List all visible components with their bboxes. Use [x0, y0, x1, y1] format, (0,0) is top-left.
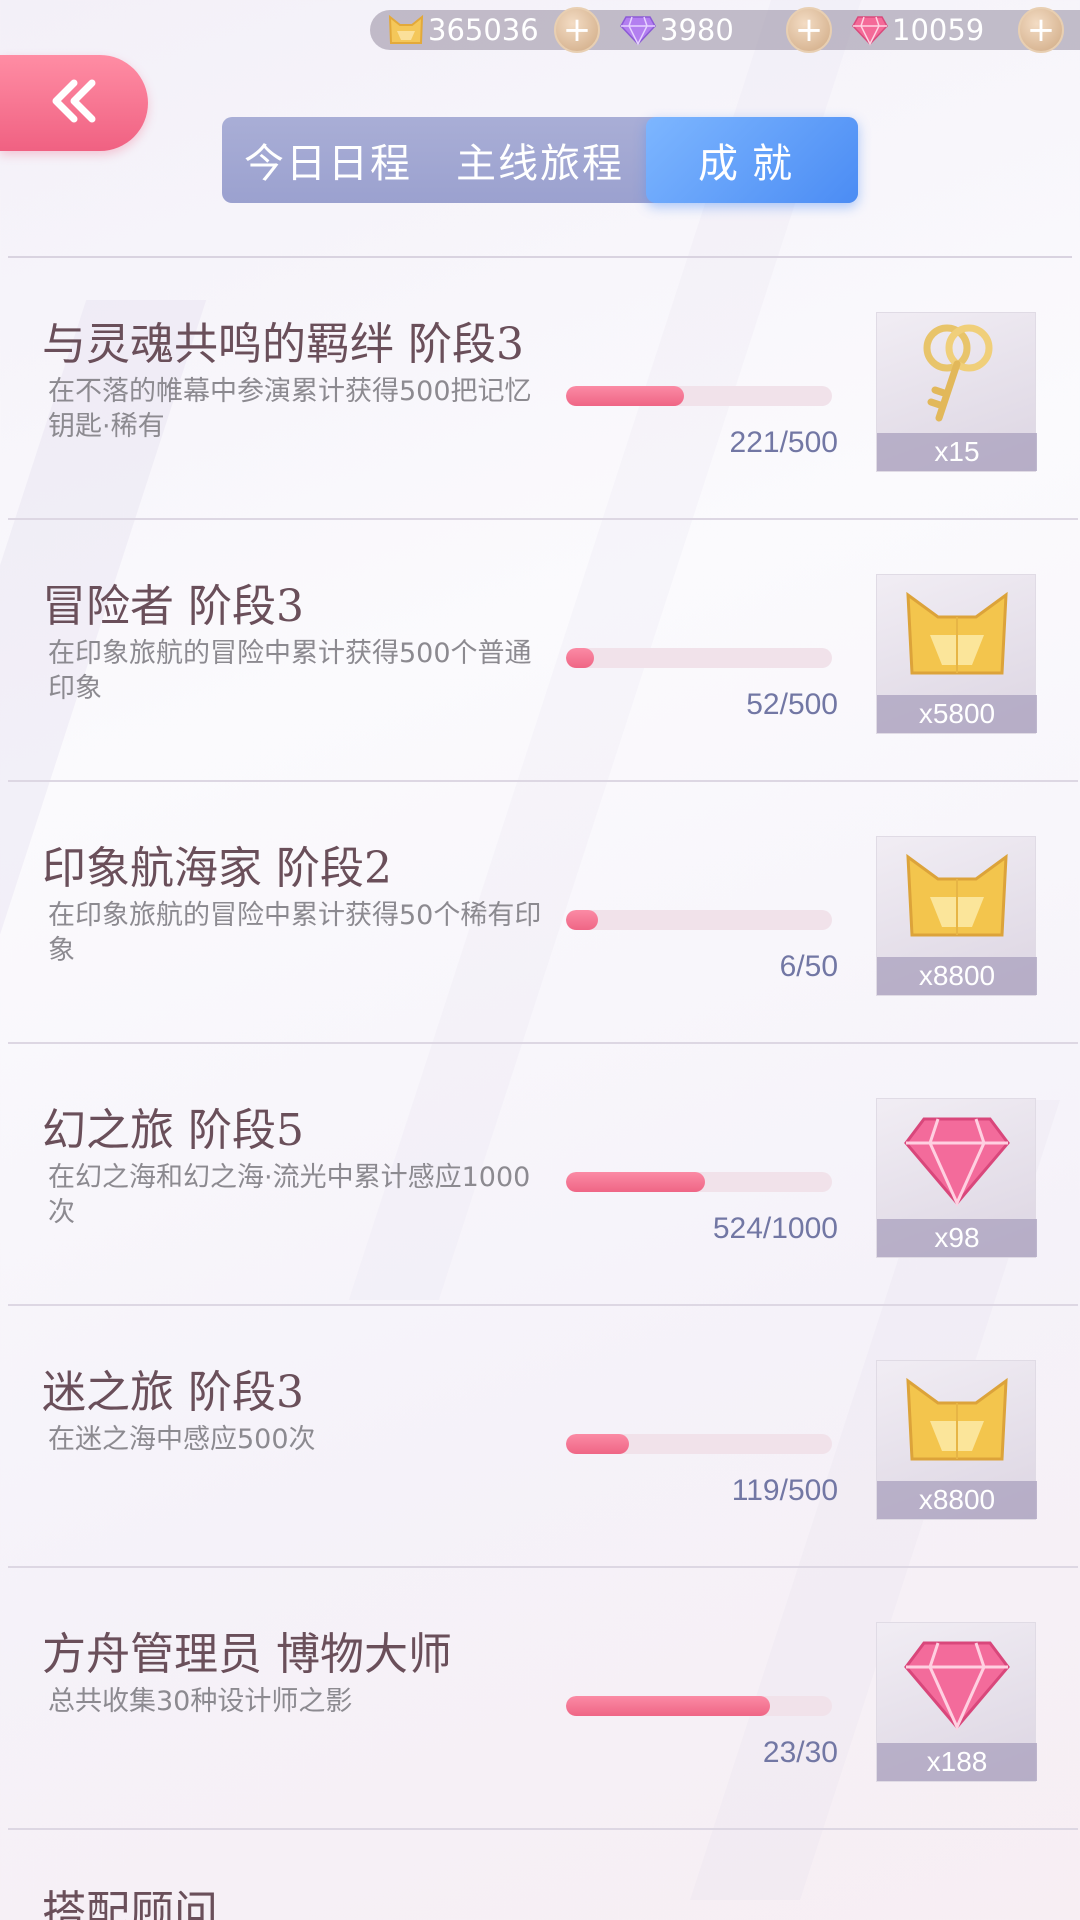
coins-value: 365036	[428, 13, 539, 47]
achievement-description: 总共收集30种设计师之影	[48, 1686, 353, 1717]
achievement-row: 方舟管理员 博物大师 总共收集30种设计师之影 23/30 x188	[8, 1568, 1078, 1830]
progress-fill	[566, 386, 684, 406]
cat-coin-icon	[877, 575, 1037, 695]
tab-achievements[interactable]: 成就	[646, 117, 858, 203]
cat-coin-icon	[386, 10, 426, 50]
progress-bar	[566, 386, 832, 406]
achievement-description: 在印象旅航的冒险中累计获得500个普通印象	[48, 638, 532, 704]
tab-label: 今日日程	[244, 141, 412, 187]
back-button[interactable]	[0, 55, 148, 151]
plus-icon: +	[794, 10, 824, 50]
cat-coin-icon	[877, 837, 1037, 957]
achievement-title: 与灵魂共鸣的羁绊 阶段3	[42, 319, 524, 370]
reward-item[interactable]: x98	[876, 1098, 1037, 1258]
achievement-row: 幻之旅 阶段5 在幻之海和幻之海·流光中累计感应1000次 524/1000 x…	[8, 1044, 1078, 1306]
progress-bar	[566, 1696, 832, 1716]
achievement-description: 在不落的帷幕中参演累计获得500把记忆钥匙·稀有	[48, 376, 532, 442]
achievement-title: 幻之旅 阶段5	[42, 1105, 304, 1156]
reward-quantity: x98	[877, 1219, 1037, 1257]
purple-diamond-icon	[618, 10, 658, 50]
reward-quantity: x8800	[877, 1481, 1037, 1519]
achievement-description: 在迷之海中感应500次	[48, 1424, 316, 1455]
tab-main-journey[interactable]: 主线旅程	[434, 117, 646, 203]
progress-fill	[566, 1434, 630, 1454]
progress-text: 6/50	[779, 950, 838, 983]
reward-quantity: x15	[877, 433, 1037, 471]
achievement-title: 印象航海家 阶段2	[42, 843, 392, 894]
progress-bar	[566, 910, 832, 930]
currency-purple-diamond: 3980	[618, 10, 734, 50]
add-pink-diamond-button[interactable]: +	[1018, 7, 1064, 53]
progress-text: 221/500	[729, 426, 838, 459]
reward-item[interactable]: x8800	[876, 1360, 1037, 1520]
currency-coins: 365036	[386, 10, 539, 50]
currency-pink-diamond: 10059	[850, 10, 984, 50]
pink-diamond-icon	[877, 1099, 1037, 1219]
progress-fill	[566, 1172, 706, 1192]
pink-diamond-value: 10059	[892, 13, 985, 47]
tab-bar: 今日日程 主线旅程 成就	[222, 117, 858, 203]
pink-diamond-icon	[850, 10, 890, 50]
tab-daily-schedule[interactable]: 今日日程	[222, 117, 434, 203]
progress-fill	[566, 910, 598, 930]
progress-fill	[566, 648, 594, 668]
currency-bar: 365036 + 3980 + 10059 +	[370, 7, 1080, 53]
progress-text: 23/30	[762, 1736, 838, 1769]
plus-icon: +	[562, 10, 592, 50]
progress-text: 524/1000	[712, 1212, 838, 1245]
achievement-title: 方舟管理员 博物大师	[42, 1629, 452, 1680]
plus-icon: +	[1026, 10, 1056, 50]
pink-diamond-icon	[877, 1623, 1037, 1743]
achievement-title-partial: 搭配顾问	[42, 1887, 218, 1920]
tab-label: 主线旅程	[456, 141, 624, 187]
progress-bar	[566, 1172, 832, 1192]
progress-text: 119/500	[731, 1474, 838, 1507]
add-purple-diamond-button[interactable]: +	[786, 7, 832, 53]
progress-bar	[566, 648, 832, 668]
reward-quantity: x5800	[877, 695, 1037, 733]
add-coins-button[interactable]: +	[554, 7, 600, 53]
key-icon	[877, 313, 1037, 433]
purple-diamond-value: 3980	[660, 13, 734, 47]
reward-quantity: x188	[877, 1743, 1037, 1781]
achievement-title: 迷之旅 阶段3	[42, 1367, 304, 1418]
double-chevron-left-icon	[48, 79, 100, 127]
reward-item[interactable]: x188	[876, 1622, 1037, 1782]
reward-item[interactable]: x5800	[876, 574, 1037, 734]
achievement-row: 冒险者 阶段3 在印象旅航的冒险中累计获得500个普通印象 52/500 x58…	[8, 520, 1078, 782]
progress-fill	[566, 1696, 771, 1716]
reward-quantity: x8800	[877, 957, 1037, 995]
achievement-description: 在印象旅航的冒险中累计获得50个稀有印象	[48, 900, 542, 966]
progress-bar	[566, 1434, 832, 1454]
reward-item[interactable]: x15	[876, 312, 1037, 472]
reward-item[interactable]: x8800	[876, 836, 1037, 996]
achievement-row: 与灵魂共鸣的羁绊 阶段3 在不落的帷幕中参演累计获得500把记忆钥匙·稀有 22…	[8, 258, 1078, 520]
tab-label: 成就	[698, 141, 806, 187]
cat-coin-icon	[877, 1361, 1037, 1481]
achievement-description: 在幻之海和幻之海·流光中累计感应1000次	[48, 1162, 531, 1228]
achievement-row: 印象航海家 阶段2 在印象旅航的冒险中累计获得50个稀有印象 6/50 x880…	[8, 782, 1078, 1044]
progress-text: 52/500	[746, 688, 838, 721]
achievement-row: 迷之旅 阶段3 在迷之海中感应500次 119/500 x8800	[8, 1306, 1078, 1568]
achievement-title: 冒险者 阶段3	[42, 581, 304, 632]
